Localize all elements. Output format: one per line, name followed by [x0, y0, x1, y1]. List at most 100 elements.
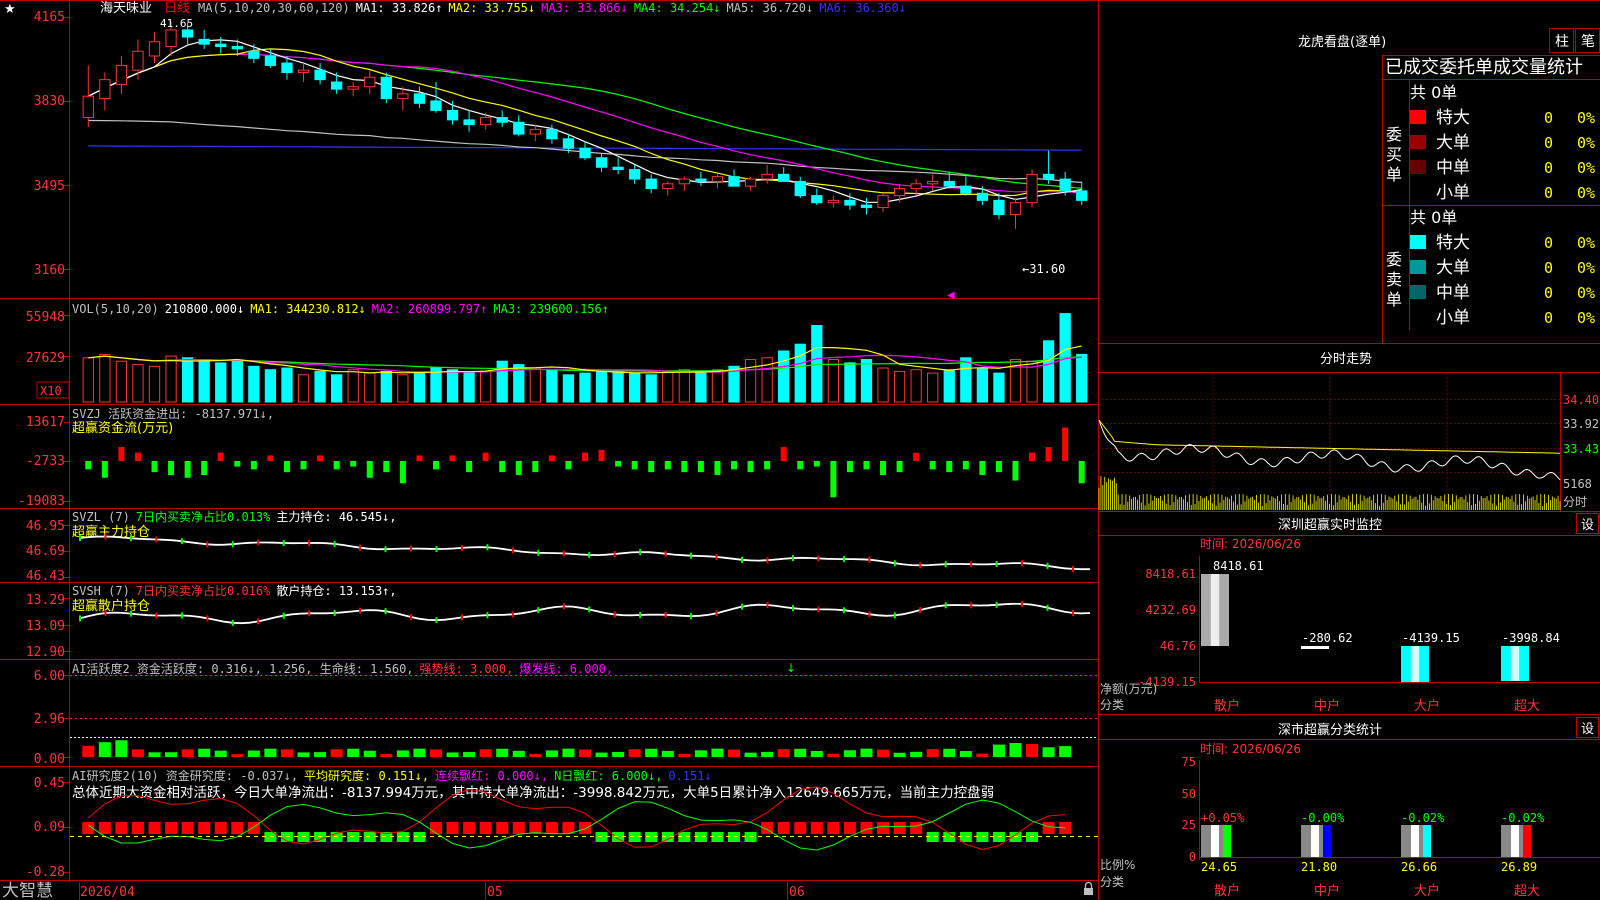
- candle[interactable]: [446, 100, 459, 125]
- svzj-bar: [184, 461, 191, 478]
- candle-body: [1076, 190, 1088, 201]
- svsh-line: [79, 600, 1091, 626]
- candle[interactable]: [380, 72, 392, 104]
- monitor-value: 8418.61: [1213, 559, 1264, 573]
- monitor-category: 超大: [1514, 699, 1540, 714]
- svsh-label-3: 12.90: [26, 645, 65, 660]
- candle[interactable]: [645, 174, 657, 194]
- candle[interactable]: [148, 32, 161, 64]
- candle[interactable]: [662, 181, 674, 196]
- classify-settings-button[interactable]: 设: [1576, 717, 1599, 738]
- row-name: 小单: [1436, 308, 1470, 328]
- candle[interactable]: [99, 72, 111, 111]
- ai-active-bar: [314, 752, 327, 757]
- volume-bar: [927, 372, 939, 403]
- candle[interactable]: [877, 193, 889, 213]
- svzj-bar: [615, 461, 622, 467]
- classify-label-2: 50: [1182, 787, 1196, 801]
- svzj-bars[interactable]: [85, 427, 1085, 498]
- svzj-bar: [697, 461, 704, 473]
- side-label-char: 卖: [1386, 270, 1402, 289]
- candle-body: [811, 195, 823, 204]
- candle[interactable]: [629, 164, 641, 184]
- candle[interactable]: [1076, 181, 1088, 206]
- candle[interactable]: [314, 63, 326, 85]
- candle[interactable]: [794, 176, 806, 198]
- classify-label-3: 25: [1182, 818, 1196, 832]
- zhu-button[interactable]: 柱: [1549, 28, 1574, 53]
- candle[interactable]: [860, 197, 873, 215]
- period-label[interactable]: 日线: [164, 1, 190, 16]
- tick-mark: [588, 551, 591, 558]
- tick-mark: [333, 540, 336, 547]
- candle[interactable]: [778, 167, 790, 182]
- candle[interactable]: [1042, 150, 1055, 184]
- candle[interactable]: [761, 164, 773, 184]
- candle[interactable]: [678, 176, 690, 191]
- ai-active-bar: [347, 748, 360, 757]
- candle[interactable]: [132, 39, 144, 80]
- candlesticks[interactable]: [82, 21, 1088, 229]
- candle[interactable]: [496, 110, 508, 127]
- price-label-2: 3830: [34, 94, 65, 109]
- candle[interactable]: [579, 141, 591, 161]
- candle[interactable]: [811, 188, 823, 206]
- svzj-bar: [631, 461, 638, 470]
- tick-mark: [817, 555, 820, 562]
- ai-active-bar: [247, 750, 260, 757]
- lock-icon[interactable]: [1084, 881, 1093, 895]
- candle-body: [927, 180, 939, 185]
- header-part: 强势线: 3.000,: [420, 662, 514, 676]
- tick-mark: [1021, 600, 1024, 607]
- candle[interactable]: [297, 63, 310, 83]
- candle[interactable]: [1026, 169, 1038, 208]
- candle[interactable]: [744, 176, 757, 191]
- candle[interactable]: [364, 70, 376, 94]
- candle[interactable]: [711, 174, 724, 189]
- candle[interactable]: [728, 169, 740, 187]
- legend-swatch: [1410, 260, 1426, 274]
- candle[interactable]: [480, 112, 492, 130]
- candle[interactable]: [960, 176, 972, 196]
- ai-research-bar: [181, 822, 194, 834]
- svzl-line: [79, 533, 1090, 572]
- monitor-settings-button[interactable]: 设: [1576, 513, 1599, 534]
- candle-body: [678, 178, 690, 185]
- candle-body: [562, 138, 575, 149]
- bi-button[interactable]: 笔: [1575, 28, 1600, 53]
- ma3-line: [88, 53, 1082, 194]
- candle[interactable]: [347, 82, 359, 97]
- candle[interactable]: [413, 86, 426, 109]
- ai-research-bar: [512, 822, 525, 834]
- candle[interactable]: [529, 124, 541, 142]
- candle[interactable]: [993, 193, 1005, 220]
- header-part: AI活跃度2 资金活跃度: 0.316↓, 1.256, 生命线: 1.560,: [72, 661, 414, 676]
- candle[interactable]: [198, 29, 210, 49]
- candle[interactable]: [612, 157, 624, 175]
- candle[interactable]: [513, 115, 525, 137]
- row-name: 大单: [1436, 133, 1470, 153]
- candle[interactable]: [248, 44, 260, 64]
- ai-active-header: AI活跃度2 资金活跃度: 0.316↓, 1.256, 生命线: 1.560,…: [72, 661, 613, 676]
- monitor-value: -4139.15: [1402, 631, 1460, 645]
- svzj-bar: [1078, 461, 1085, 484]
- ai-active-label-3: 0.00: [34, 752, 65, 767]
- candle[interactable]: [827, 195, 839, 208]
- ai-research-bar: [463, 822, 476, 834]
- candle[interactable]: [115, 55, 128, 94]
- candle[interactable]: [595, 153, 608, 172]
- header-part: MA1: 344230.812↓: [250, 302, 366, 316]
- ai-active-bar: [214, 750, 227, 757]
- ai-research-bar: [479, 822, 492, 834]
- candle[interactable]: [927, 174, 939, 191]
- candle[interactable]: [1009, 197, 1022, 229]
- ai-active-bar: [694, 750, 707, 757]
- candle[interactable]: [463, 110, 475, 132]
- volume-bars[interactable]: [82, 313, 1088, 403]
- candle[interactable]: [82, 65, 94, 127]
- tick-mark: [893, 560, 896, 567]
- candle[interactable]: [695, 171, 707, 187]
- tick-mark: [893, 612, 896, 619]
- volume-bar: [231, 360, 243, 403]
- tick-mark: [384, 546, 387, 553]
